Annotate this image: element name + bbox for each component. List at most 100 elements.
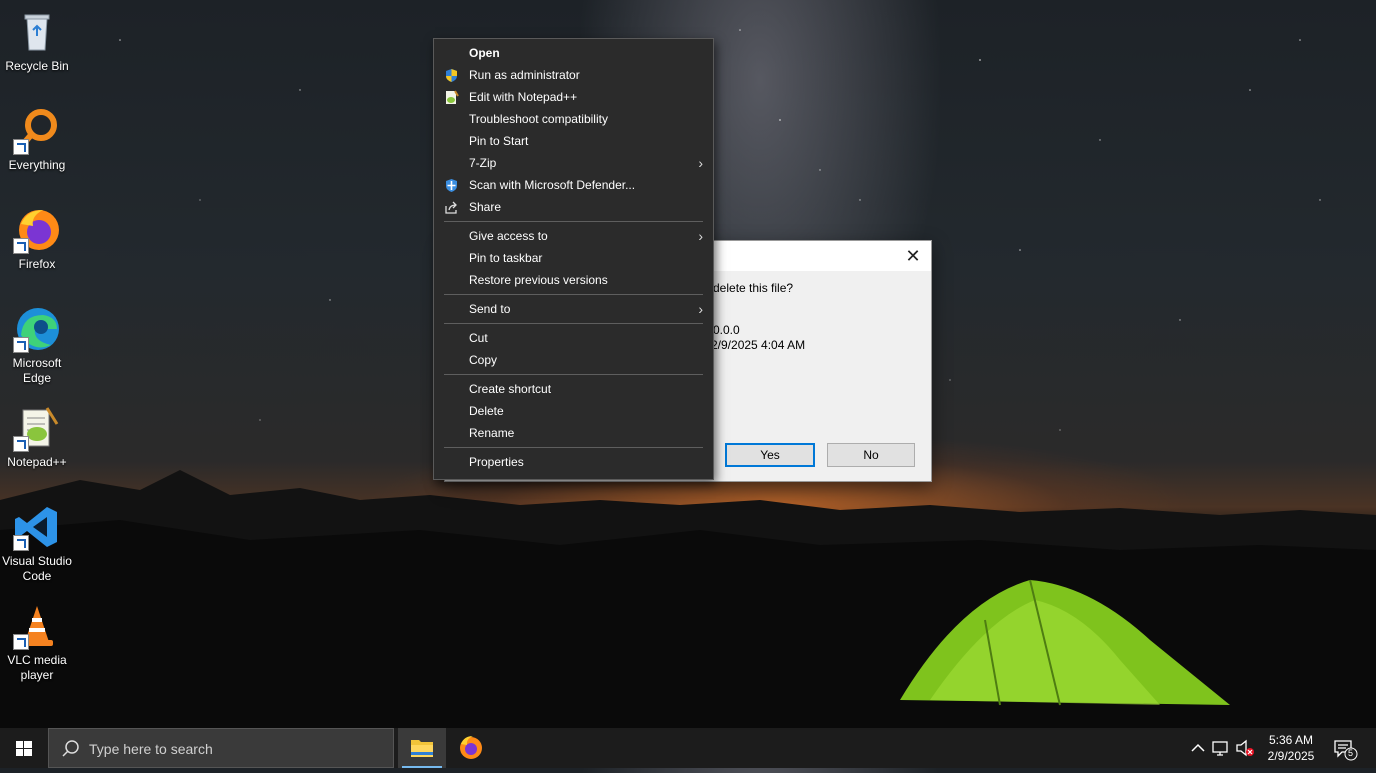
notification-count-badge: 5 xyxy=(1348,748,1354,758)
taskbar-file-explorer[interactable] xyxy=(398,728,446,768)
menu-item-label: Troubleshoot compatibility xyxy=(469,112,608,126)
menu-item-label: Create shortcut xyxy=(469,382,552,396)
menu-item-label: Delete xyxy=(469,404,504,418)
notepadpp-icon xyxy=(13,404,61,452)
notification-icon xyxy=(1334,740,1358,761)
menu-item-label: Restore previous versions xyxy=(469,273,608,287)
chevron-right-icon: › xyxy=(698,228,703,244)
shield-icon xyxy=(444,68,459,83)
windows-logo-icon xyxy=(16,741,32,756)
taskbar-search-box[interactable]: Type here to search xyxy=(48,728,394,768)
shortcut-arrow-icon xyxy=(13,238,29,254)
shortcut-arrow-icon xyxy=(13,337,29,353)
notepadpp-icon xyxy=(444,90,459,105)
menu-item-give-access[interactable]: Give access to › xyxy=(434,225,713,247)
menu-item-scan-defender[interactable]: Scan with Microsoft Defender... xyxy=(434,174,713,196)
desktop-icon-label: Visual Studio Code xyxy=(2,554,72,583)
everything-search-icon xyxy=(13,107,61,155)
menu-item-label: Rename xyxy=(469,426,515,440)
menu-item-label: Open xyxy=(469,46,500,60)
desktop-icon-edge[interactable]: Microsoft Edge xyxy=(0,305,74,386)
desktop-icon-label: VLC media player xyxy=(7,653,67,682)
menu-separator xyxy=(444,447,703,448)
firefox-icon xyxy=(13,206,61,254)
dialog-no-button[interactable]: No xyxy=(827,443,915,467)
menu-item-create-shortcut[interactable]: Create shortcut xyxy=(434,378,713,400)
menu-item-label: Run as administrator xyxy=(469,68,580,82)
edge-icon xyxy=(13,305,61,353)
menu-item-label: Pin to Start xyxy=(469,134,529,148)
chevron-right-icon: › xyxy=(698,301,703,317)
start-button[interactable] xyxy=(0,728,48,768)
chevron-right-icon: › xyxy=(698,155,703,171)
dialog-file-date: 2/9/2025 4:04 AM xyxy=(711,338,806,352)
menu-item-properties[interactable]: Properties xyxy=(434,451,713,473)
menu-item-label: Give access to xyxy=(469,229,548,243)
menu-separator xyxy=(444,294,703,295)
desktop-icon-everything[interactable]: Everything xyxy=(0,107,74,173)
menu-item-7zip[interactable]: 7-Zip › xyxy=(434,152,713,174)
menu-item-label: Share xyxy=(469,200,502,214)
notification-center-button[interactable]: 5 xyxy=(1330,728,1360,768)
desktop-icon-vlc[interactable]: VLC media player xyxy=(0,602,74,683)
shortcut-arrow-icon xyxy=(13,634,29,650)
menu-item-cut[interactable]: Cut xyxy=(434,327,713,349)
context-menu: Open Run as administrator Edit with Note… xyxy=(433,38,714,480)
menu-item-delete[interactable]: Delete xyxy=(434,400,713,422)
share-icon xyxy=(444,200,459,215)
tray-chevron-up-icon[interactable] xyxy=(1188,728,1208,768)
menu-item-restore-versions[interactable]: Restore previous versions xyxy=(434,269,713,291)
desktop-icon-notepadpp[interactable]: Notepad++ xyxy=(0,404,74,470)
menu-item-label: Scan with Microsoft Defender... xyxy=(469,178,636,192)
vscode-icon xyxy=(13,503,61,551)
menu-separator xyxy=(444,221,703,222)
menu-item-label: 7-Zip xyxy=(469,156,497,170)
defender-icon xyxy=(444,178,459,193)
menu-item-share[interactable]: Share xyxy=(434,196,713,218)
dialog-yes-button[interactable]: Yes xyxy=(725,443,815,467)
taskbar-firefox[interactable] xyxy=(446,728,494,768)
desktop-icon-label: Microsoft Edge xyxy=(12,356,62,385)
shortcut-arrow-icon xyxy=(13,535,29,551)
menu-item-troubleshoot[interactable]: Troubleshoot compatibility xyxy=(434,108,713,130)
menu-item-label: Pin to taskbar xyxy=(469,251,543,265)
clock-time: 5:36 AM xyxy=(1268,733,1314,747)
menu-separator xyxy=(444,323,703,324)
dialog-file-version: 0.0.0 xyxy=(713,323,740,337)
volume-muted-icon[interactable] xyxy=(1234,728,1258,768)
menu-item-label: Cut xyxy=(469,331,488,345)
taskbar-clock[interactable]: 5:36 AM 2/9/2025 xyxy=(1262,732,1320,764)
menu-item-label: Send to xyxy=(469,302,511,316)
menu-item-pin-to-taskbar[interactable]: Pin to taskbar xyxy=(434,247,713,269)
desktop-icon-label: Everything xyxy=(8,158,66,172)
menu-item-copy[interactable]: Copy xyxy=(434,349,713,371)
menu-item-run-as-admin[interactable]: Run as administrator xyxy=(434,64,713,86)
firefox-icon xyxy=(460,736,482,759)
menu-item-edit-notepadpp[interactable]: Edit with Notepad++ xyxy=(434,86,713,108)
menu-item-label: Copy xyxy=(469,353,498,367)
desktop-icon-label: Recycle Bin xyxy=(5,59,69,73)
menu-item-label: Edit with Notepad++ xyxy=(469,90,578,104)
desktop-icon-label: Notepad++ xyxy=(7,455,67,469)
menu-item-label: Properties xyxy=(469,455,524,469)
folder-icon xyxy=(411,740,433,757)
desktop-icon-label: Firefox xyxy=(18,257,56,271)
menu-item-rename[interactable]: Rename xyxy=(434,422,713,444)
dialog-message: delete this file? xyxy=(713,281,794,295)
desktop-icon-recycle-bin[interactable]: Recycle Bin xyxy=(0,8,74,74)
desktop-icon-vscode[interactable]: Visual Studio Code xyxy=(0,503,74,584)
taskbar: Type here to search 5:36 AM 2/9/2025 5 xyxy=(0,728,1376,768)
desktop-icon-firefox[interactable]: Firefox xyxy=(0,206,74,272)
shortcut-arrow-icon xyxy=(13,436,29,452)
clock-date: 2/9/2025 xyxy=(1267,749,1315,763)
search-icon xyxy=(62,740,79,757)
shortcut-arrow-icon xyxy=(13,139,29,155)
menu-item-send-to[interactable]: Send to › xyxy=(434,298,713,320)
menu-separator xyxy=(444,374,703,375)
search-placeholder: Type here to search xyxy=(89,741,213,757)
recycle-bin-icon xyxy=(13,8,61,56)
menu-item-open[interactable]: Open xyxy=(434,42,713,64)
dialog-close-button[interactable]: ✕ xyxy=(903,246,923,266)
menu-item-pin-to-start[interactable]: Pin to Start xyxy=(434,130,713,152)
network-icon[interactable] xyxy=(1210,728,1232,768)
